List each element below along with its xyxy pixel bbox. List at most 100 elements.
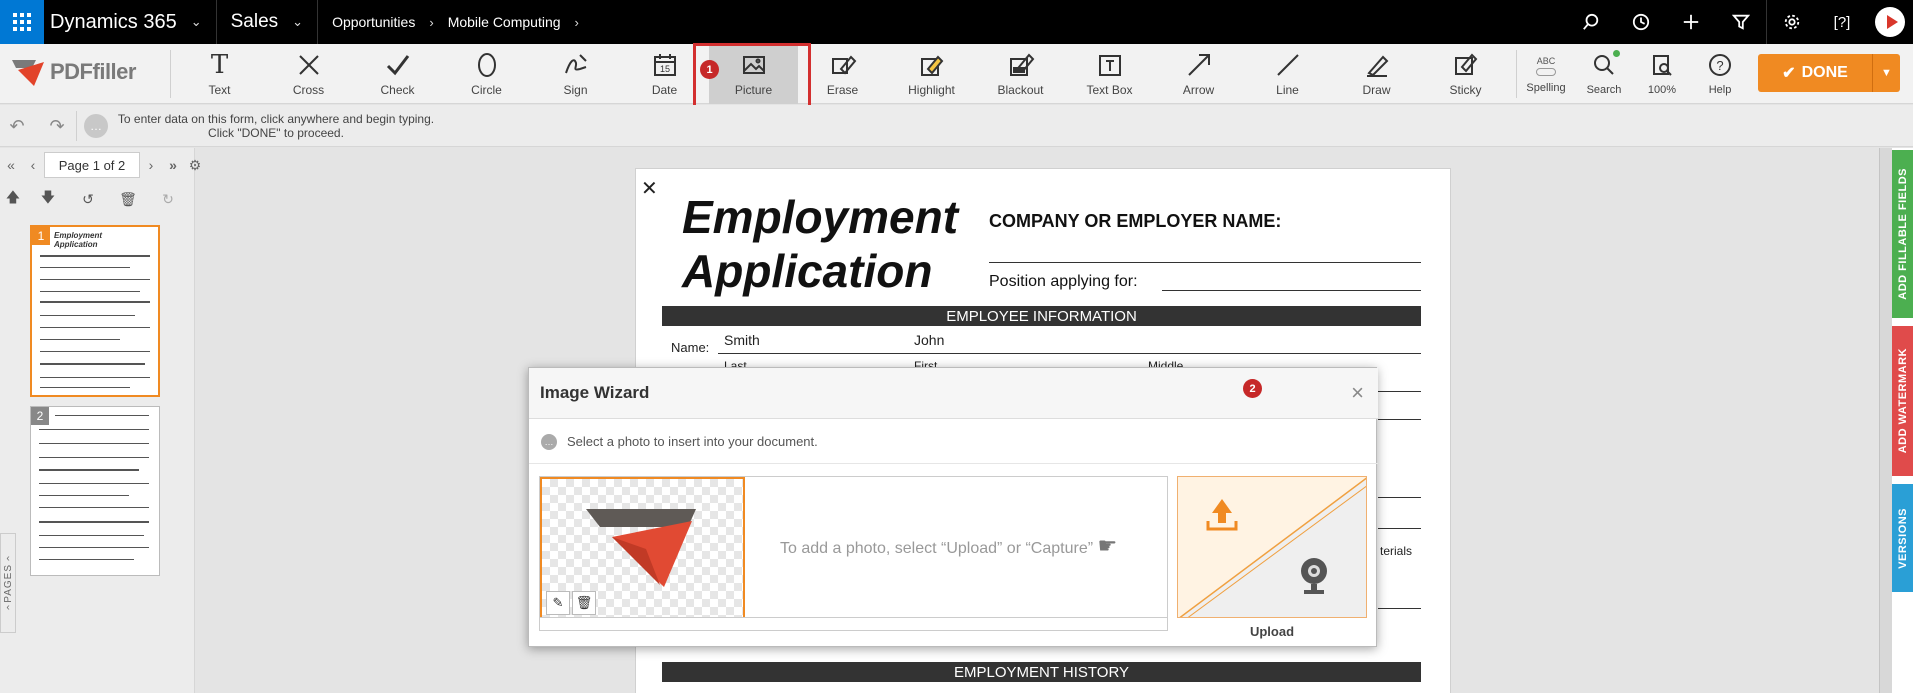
text-tool-button[interactable]: T Text	[175, 44, 264, 104]
close-icon[interactable]: ×	[1351, 380, 1364, 406]
arrow-icon	[1185, 51, 1213, 79]
tool-label: Search	[1586, 83, 1622, 96]
erase-icon	[829, 51, 857, 79]
plus-icon[interactable]	[1666, 0, 1716, 44]
next-page-icon[interactable]: ›	[140, 152, 162, 178]
chevron-right-icon[interactable]: ›	[575, 15, 579, 30]
cross-icon	[295, 51, 323, 79]
edit-icon[interactable]: ✎	[546, 591, 570, 615]
trash-icon[interactable]: 🗑	[110, 188, 146, 210]
highlight-icon	[918, 51, 946, 79]
area-switcher[interactable]: Sales ⌄	[217, 11, 317, 33]
search-icon[interactable]	[1566, 0, 1616, 44]
tool-label: Text	[208, 83, 231, 97]
draw-tool-button[interactable]: Draw	[1332, 44, 1421, 104]
spelling-button[interactable]: ABC Spelling	[1517, 44, 1575, 104]
app-switcher[interactable]: Dynamics 365 ⌄	[50, 11, 216, 34]
text-box-tool-button[interactable]: Text Box	[1065, 44, 1154, 104]
last-page-icon[interactable]: »	[162, 152, 184, 178]
page-indicator[interactable]: Page 1 of 2	[44, 152, 140, 178]
trash-icon[interactable]: 🗑	[572, 591, 596, 615]
current-page: 1	[92, 157, 100, 173]
zoom-button[interactable]: 100%	[1633, 44, 1691, 104]
photo-thumbnail[interactable]: ✎ 🗑	[540, 477, 745, 619]
redo-icon[interactable]: ↷	[46, 116, 68, 136]
chevron-down-icon: ⌄	[190, 14, 202, 29]
add-watermark-tab[interactable]: ADD WATERMARK	[1892, 326, 1913, 476]
breadcrumb-record[interactable]: Mobile Computing	[448, 14, 561, 30]
hint-bar: ↶ ↷ … To enter data on this form, click …	[0, 105, 1913, 147]
draw-icon	[1363, 51, 1391, 79]
cross-tool-button[interactable]: Cross	[264, 44, 353, 104]
highlight-tool-button[interactable]: Highlight	[887, 44, 976, 104]
page-thumbnail[interactable]: 1 Employment Application	[30, 225, 160, 397]
section-employment-history: EMPLOYMENT HISTORY	[662, 662, 1421, 682]
app-launcher-icon[interactable]	[0, 0, 44, 44]
erase-tool-button[interactable]: Erase	[798, 44, 887, 104]
tool-label: Draw	[1362, 83, 1391, 97]
chevron-down-icon[interactable]: ▼	[1872, 54, 1900, 92]
line-tool-button[interactable]: Line	[1243, 44, 1332, 104]
refresh-icon[interactable]: ↻	[150, 188, 186, 210]
first-name-value[interactable]: John	[914, 332, 944, 348]
upload-label: Upload	[1249, 624, 1295, 639]
close-icon[interactable]: ✕	[641, 176, 658, 201]
chevron-left-icon: ‹	[6, 552, 10, 564]
title-line-2: Application	[682, 245, 933, 297]
check-tool-button[interactable]: Check	[353, 44, 442, 104]
sign-tool-button[interactable]: Sign	[531, 44, 620, 104]
hint-line-2: Click "DONE" to proceed.	[208, 126, 344, 140]
total-pages: 2	[118, 157, 126, 173]
tool-label: Date	[651, 83, 678, 97]
date-icon-text: 15	[659, 64, 669, 74]
upload-button[interactable]	[1177, 476, 1367, 618]
tool-label: Blackout	[997, 83, 1044, 97]
breadcrumb: Opportunities › Mobile Computing ›	[318, 14, 579, 30]
versions-tab[interactable]: VERSIONS	[1892, 484, 1913, 592]
svg-text:?: ?	[1716, 58, 1723, 73]
pages-tab-label: PAGES	[2, 563, 14, 603]
sticky-tool-button[interactable]: Sticky	[1421, 44, 1510, 104]
rotate-icon[interactable]: ↺	[70, 188, 106, 210]
prev-page-icon[interactable]: ‹	[22, 152, 44, 178]
blackout-tool-button[interactable]: Blackout	[976, 44, 1065, 104]
step-badge-2: 2	[1243, 379, 1262, 398]
check-icon	[384, 51, 412, 79]
help-icon[interactable]: [?]	[1817, 0, 1867, 44]
avatar[interactable]	[1867, 0, 1913, 44]
pages-tab[interactable]: ‹ PAGES ‹	[0, 533, 16, 633]
side-tabs: ADD FILLABLE FIELDS ADD WATERMARK VERSIO…	[1892, 148, 1913, 693]
title-line-1: Employment	[682, 191, 959, 243]
gear-icon[interactable]: ⚙	[184, 152, 206, 178]
top-navigation-bar: Dynamics 365 ⌄ Sales ⌄ Opportunities › M…	[0, 0, 1913, 44]
breadcrumb-opportunities[interactable]: Opportunities	[332, 14, 415, 30]
help-button[interactable]: ? Help	[1691, 44, 1749, 104]
last-name-value[interactable]: Smith	[724, 332, 760, 348]
document-partial-text: terials	[1380, 544, 1413, 558]
arrow-tool-button[interactable]: Arrow	[1154, 44, 1243, 104]
tool-label: Erase	[826, 83, 859, 97]
tab-label: VERSIONS	[1896, 507, 1909, 569]
page-number: 2	[31, 407, 49, 425]
company-label: COMPANY OR EMPLOYER NAME:	[989, 211, 1282, 231]
tool-label: Text Box	[1086, 83, 1133, 97]
move-up-icon[interactable]: 🡅	[0, 188, 26, 210]
pointing-hand-icon: ☛	[1097, 533, 1118, 558]
hint-line-1: To enter data on this form, click anywhe…	[117, 112, 435, 126]
tool-label: Cross	[292, 83, 325, 97]
circle-tool-button[interactable]: Circle	[442, 44, 531, 104]
check-icon: ✔	[1782, 65, 1796, 82]
gear-icon[interactable]	[1767, 0, 1817, 44]
add-fillable-fields-tab[interactable]: ADD FILLABLE FIELDS	[1892, 150, 1913, 318]
undo-icon[interactable]: ↶	[6, 116, 28, 136]
first-page-icon[interactable]: «	[0, 152, 22, 178]
history-icon[interactable]	[1616, 0, 1666, 44]
tool-label: Help	[1708, 83, 1732, 96]
move-down-icon[interactable]: 🡇	[30, 188, 66, 210]
done-button[interactable]: ✔ DONE ▼	[1758, 54, 1900, 92]
tool-label: Spelling	[1526, 82, 1566, 94]
filter-icon[interactable]	[1716, 0, 1766, 44]
page-thumbnail[interactable]: 2	[30, 406, 160, 576]
search-button[interactable]: Search	[1575, 44, 1633, 104]
vertical-scrollbar[interactable]	[1879, 148, 1892, 693]
